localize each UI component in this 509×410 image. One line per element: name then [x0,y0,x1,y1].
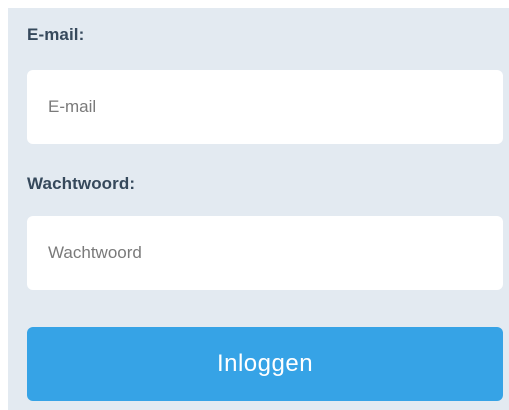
email-label: E-mail: [27,25,85,44]
login-button[interactable]: Inloggen [27,327,503,401]
email-input[interactable] [27,70,503,144]
login-form: E-mail: Wachtwoord: Inloggen [8,8,509,410]
password-label: Wachtwoord: [27,174,136,193]
password-input[interactable] [27,216,503,290]
